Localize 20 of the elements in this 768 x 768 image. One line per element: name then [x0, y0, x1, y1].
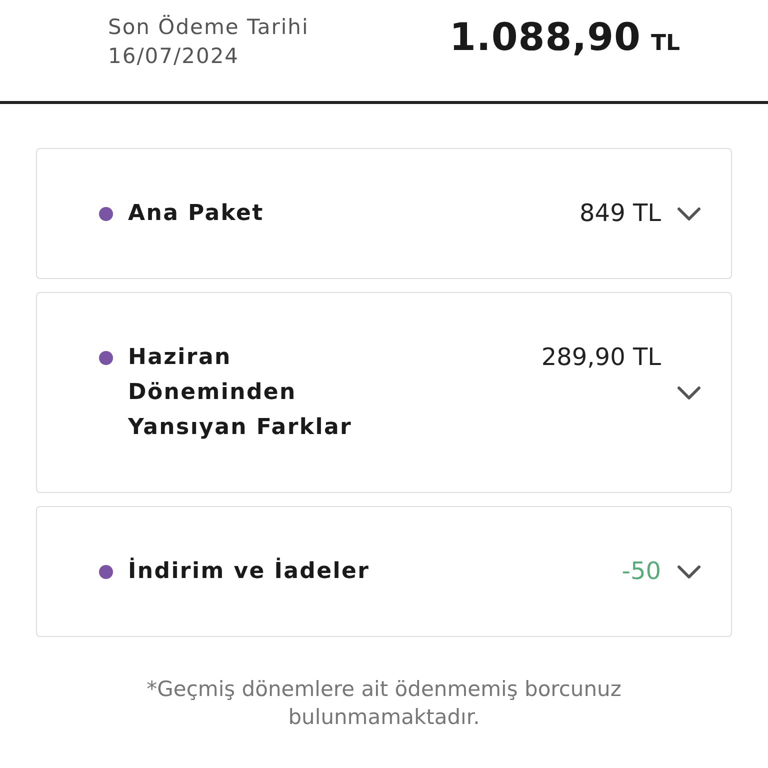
item-title: Haziran Döneminden Yansıyan Farklar	[128, 344, 354, 442]
total-amount: 1.088,90	[449, 15, 641, 59]
footnote-text: *Geçmiş dönemlere ait ödenmemiş borcunuz bulunmamaktadır.	[146, 676, 622, 731]
item-amount: -50	[622, 556, 661, 587]
bill-item-card[interactable]: Ana Paket 849 TL	[36, 148, 732, 279]
item-title: İndirim ve İadeler	[128, 556, 370, 586]
chevron-icon[interactable]	[677, 386, 701, 400]
bullet-icon	[99, 351, 113, 365]
bullet-icon	[99, 207, 113, 221]
due-date-label: Son Ödeme Tarihi	[108, 14, 309, 41]
bill-item-card[interactable]: Haziran Döneminden Yansıyan Farklar 289,90 TL	[36, 292, 732, 493]
bill-item-card[interactable]: İndirim ve İadeler -50	[36, 506, 732, 637]
currency-label: TL	[650, 31, 680, 56]
item-amount: 849 TL	[580, 198, 661, 229]
chevron-icon[interactable]	[677, 564, 701, 578]
item-amount: 289,90 TL	[541, 342, 661, 373]
item-title: Ana Paket	[128, 200, 264, 228]
due-date: 16/07/2024	[108, 43, 240, 70]
bullet-icon	[99, 565, 113, 579]
chevron-icon[interactable]	[677, 206, 701, 220]
